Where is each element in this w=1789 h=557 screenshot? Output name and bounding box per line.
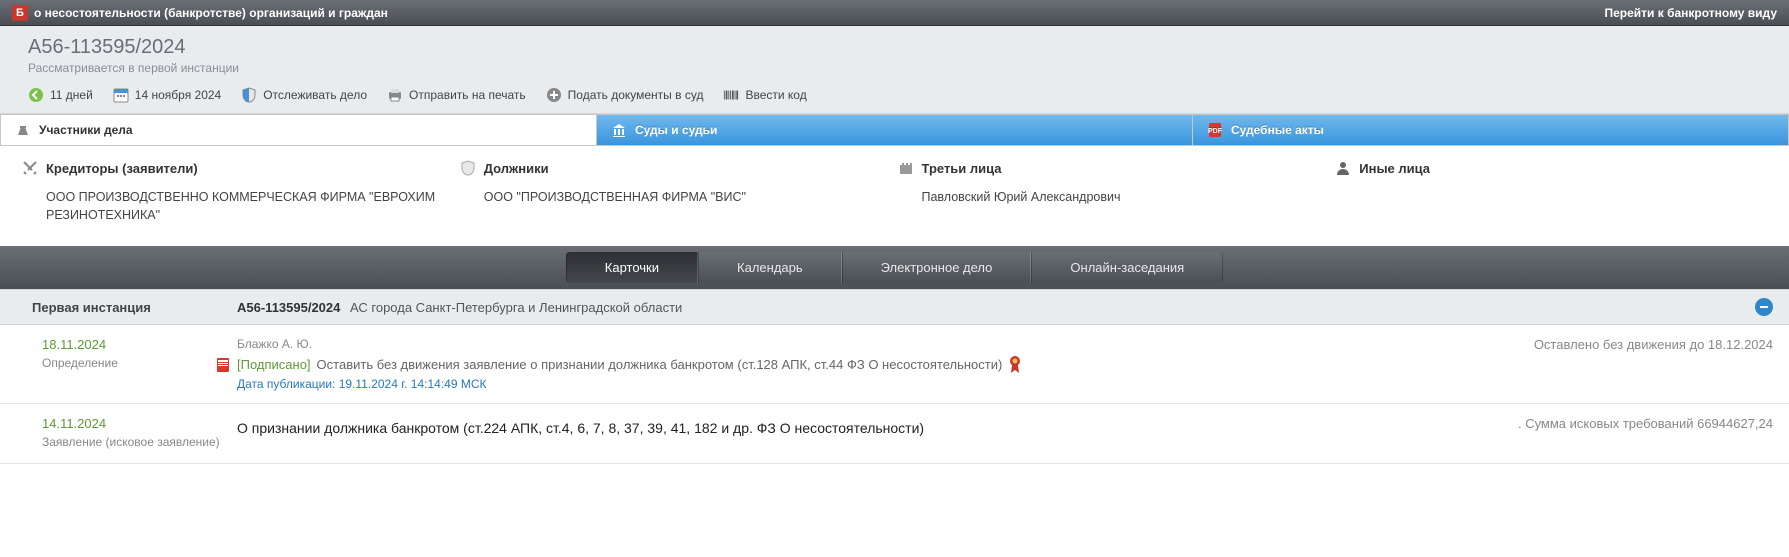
instance-row: Первая инстанция А56-113595/2024 АС горо… xyxy=(0,289,1789,325)
castle-icon xyxy=(898,160,914,176)
days-action[interactable]: 11 дней xyxy=(28,87,93,103)
debtors-column: Должники ООО "ПРОИЗВОДСТВЕННАЯ ФИРМА "ВИ… xyxy=(460,160,898,224)
minus-circle-icon xyxy=(1755,298,1773,316)
entry-meta: 18.11.2024 Определение xyxy=(0,337,237,391)
track-label: Отслеживать дело xyxy=(263,88,367,102)
entry-type: Определение xyxy=(42,356,237,372)
tab-acts[interactable]: PDF Судебные акты xyxy=(1193,115,1788,145)
entry-title-link[interactable]: Оставить без движения заявление о призна… xyxy=(317,357,1003,372)
switch-view-link[interactable]: Перейти к банкротному виду xyxy=(1604,6,1777,20)
tab-participants-label: Участники дела xyxy=(39,123,133,137)
top-bar-left: Б о несостоятельности (банкротстве) орга… xyxy=(12,5,388,21)
pdf-icon[interactable] xyxy=(215,357,231,373)
other-parties-label: Иные лица xyxy=(1359,161,1430,176)
track-action[interactable]: Отслеживать дело xyxy=(241,87,367,103)
entry-title-line: [Подписано] Оставить без движения заявле… xyxy=(237,355,1514,373)
entry-body: О признании должника банкротом (ст.224 А… xyxy=(237,416,1498,451)
entry-type: Заявление (исковое заявление) xyxy=(42,435,237,451)
participants-block: Кредиторы (заявители) ООО ПРОИЗВОДСТВЕНН… xyxy=(0,146,1789,246)
entry-publication-date: Дата публикации: 19.11.2024 г. 14:14:49 … xyxy=(237,377,1514,391)
case-status: Рассматривается в первой инстанции xyxy=(28,61,1773,75)
back-arrow-icon xyxy=(28,87,44,103)
debtor-item[interactable]: ООО "ПРОИЗВОДСТВЕННАЯ ФИРМА "ВИС" xyxy=(460,188,878,206)
creditors-label: Кредиторы (заявители) xyxy=(46,161,198,176)
third-party-item[interactable]: Павловский Юрий Александрович xyxy=(898,188,1316,206)
printer-icon xyxy=(387,87,403,103)
file-docs-label: Подать документы в суд xyxy=(568,88,704,102)
other-parties-column: Иные лица xyxy=(1335,160,1773,224)
creditors-column: Кредиторы (заявители) ООО ПРОИЗВОДСТВЕНН… xyxy=(22,160,460,224)
docket-entry: 18.11.2024 Определение Блажко А. Ю. [Под… xyxy=(0,325,1789,404)
view-tab-efile[interactable]: Электронное дело xyxy=(842,252,1032,283)
swords-icon xyxy=(22,160,38,176)
instance-case-number: А56-113595/2024 xyxy=(237,300,340,315)
shield-icon xyxy=(241,87,257,103)
view-tab-cards[interactable]: Карточки xyxy=(566,252,698,283)
entry-title[interactable]: О признании должника банкротом (ст.224 А… xyxy=(237,420,1498,436)
days-label: 11 дней xyxy=(50,88,93,102)
entry-date: 14.11.2024 xyxy=(42,416,237,431)
view-tab-calendar[interactable]: Календарь xyxy=(698,252,842,283)
print-action[interactable]: Отправить на печать xyxy=(387,87,526,103)
file-docs-action[interactable]: Подать документы в суд xyxy=(546,87,704,103)
view-tabs-bar: Карточки Календарь Электронное дело Онла… xyxy=(0,246,1789,289)
enter-code-action[interactable]: Ввести код xyxy=(723,87,806,103)
court-icon xyxy=(611,122,627,138)
people-icon xyxy=(15,122,31,138)
print-label: Отправить на печать xyxy=(409,88,526,102)
entry-status: Оставлено без движения до 18.12.2024 xyxy=(1514,337,1773,391)
tab-courts-label: Суды и судьи xyxy=(635,123,717,137)
enter-code-label: Ввести код xyxy=(745,88,806,102)
plus-circle-icon xyxy=(546,87,562,103)
docket-entry: 14.11.2024 Заявление (исковое заявление)… xyxy=(0,404,1789,464)
instance-case-info: А56-113595/2024 АС города Санкт-Петербур… xyxy=(237,300,682,315)
view-tab-online[interactable]: Онлайн-заседания xyxy=(1031,252,1223,283)
third-parties-label: Третьи лица xyxy=(922,161,1002,176)
entry-author: Блажко А. Ю. xyxy=(237,337,1514,351)
case-header: А56-113595/2024 Рассматривается в первой… xyxy=(0,26,1789,114)
creditor-item[interactable]: ООО ПРОИЗВОДСТВЕННО КОММЕРЧЕСКАЯ ФИРМА "… xyxy=(22,188,440,224)
top-bar-title: о несостоятельности (банкротстве) органи… xyxy=(34,6,388,20)
tab-participants[interactable]: Участники дела xyxy=(1,115,597,145)
barcode-icon xyxy=(723,87,739,103)
bankruptcy-badge-icon: Б xyxy=(12,5,28,21)
view-tabs: Карточки Календарь Электронное дело Онла… xyxy=(566,252,1223,283)
case-actions: 11 дней 14 ноября 2024 Отслеживать дело … xyxy=(28,85,1773,109)
entry-date: 18.11.2024 xyxy=(42,337,237,352)
shield-outline-icon xyxy=(460,160,476,176)
calendar-icon xyxy=(113,87,129,103)
entry-meta: 14.11.2024 Заявление (исковое заявление) xyxy=(0,416,237,451)
collapse-button[interactable] xyxy=(1755,298,1773,316)
case-number: А56-113595/2024 xyxy=(28,36,1773,59)
seal-icon xyxy=(1008,355,1022,373)
date-action[interactable]: 14 ноября 2024 xyxy=(113,87,221,103)
svg-text:PDF: PDF xyxy=(1208,128,1223,135)
signed-badge: [Подписано] xyxy=(237,357,311,372)
date-label: 14 ноября 2024 xyxy=(135,88,221,102)
instance-court-name: АС города Санкт-Петербурга и Ленинградск… xyxy=(350,300,682,315)
debtors-label: Должники xyxy=(484,161,549,176)
third-parties-column: Третьи лица Павловский Юрий Александрови… xyxy=(898,160,1336,224)
main-tabs: Участники дела Суды и судьи PDF Судебные… xyxy=(0,114,1789,146)
person-icon xyxy=(1335,160,1351,176)
entry-body: Блажко А. Ю. [Подписано] Оставить без дв… xyxy=(237,337,1514,391)
tab-courts[interactable]: Суды и судьи xyxy=(597,115,1193,145)
pdf-icon: PDF xyxy=(1207,122,1223,138)
tab-acts-label: Судебные акты xyxy=(1231,123,1324,137)
top-bar: Б о несостоятельности (банкротстве) орга… xyxy=(0,0,1789,26)
entry-amount: . Сумма исковых требований 66944627,24 xyxy=(1498,416,1773,451)
instance-label: Первая инстанция xyxy=(32,300,237,315)
